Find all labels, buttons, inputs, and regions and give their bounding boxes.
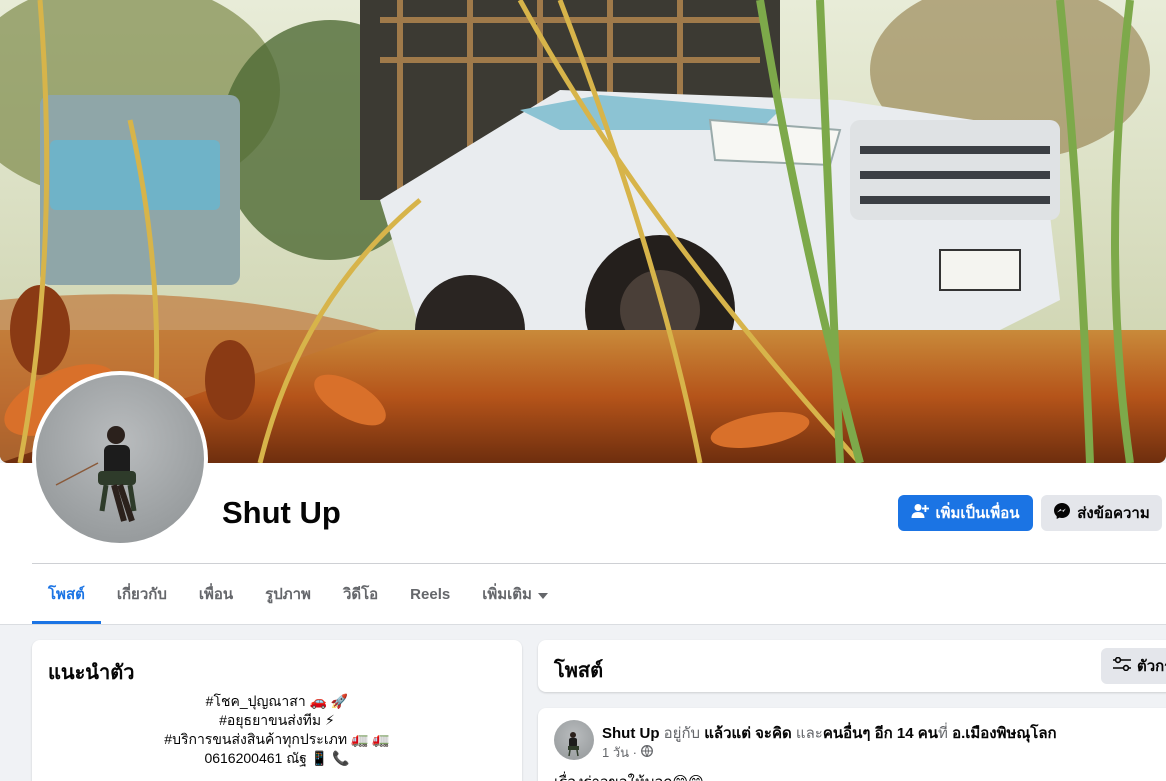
post-meta: 1 วัน · (602, 742, 653, 763)
profile-avatar[interactable] (32, 371, 208, 547)
intro-title: แนะนำตัว (48, 662, 135, 684)
bio-line: #บริการขนส่งสินค้าทุกประเภท 🚛 🚛 (164, 731, 390, 747)
with-text: อยู่กับ (663, 725, 701, 742)
location-link[interactable]: อ.เมืองพิษณุโลก (952, 725, 1057, 742)
avatar-photo (36, 375, 204, 543)
tab-friends[interactable]: เพื่อน (183, 564, 249, 624)
add-friend-label: เพิ่มเป็นเพื่อน (935, 505, 1020, 522)
posts-title: โพสต์ (554, 660, 604, 682)
post-card: Shut Up อยู่กับ แล้วแต่ จะคิด และคนอื่นๆ… (538, 708, 1166, 781)
others-link[interactable]: คนอื่นๆ อีก 14 คน (823, 725, 938, 742)
message-label: ส่งข้อความ (1077, 505, 1150, 522)
tab-posts[interactable]: โพสต์ (32, 564, 101, 624)
tab-label: รูปภาพ (265, 586, 311, 603)
tab-videos[interactable]: วิดีโอ (327, 564, 394, 624)
message-button[interactable]: ส่งข้อความ (1041, 495, 1162, 531)
tab-label: เพิ่มเติม (482, 586, 532, 603)
profile-tabs: โพสต์ เกี่ยวกับ เพื่อน รูปภาพ วิดีโอ Ree… (32, 564, 564, 624)
bio-line: 0616200461 ณัฐ 📱 📞 (204, 750, 350, 766)
post-author-link[interactable]: Shut Up (602, 725, 660, 742)
post-time-link[interactable]: 1 วัน · (602, 742, 637, 763)
globe-icon (641, 745, 653, 760)
tab-label: วิดีโอ (342, 586, 379, 603)
intro-card: แนะนำตัว #โชค_ปุญณาสา 🚗 🚀 #อยุธยาขนส่งที… (32, 640, 522, 781)
bio-line: #อยุธยาขนส่งทีม ⚡ (219, 712, 335, 728)
filter-label: ตัวกรอง (1137, 658, 1166, 675)
bio-line: #โชค_ปุญณาสา 🚗 🚀 (205, 693, 349, 709)
tab-about[interactable]: เกี่ยวกับ (101, 564, 183, 624)
add-friend-button[interactable]: เพิ่มเป็นเพื่อน (898, 495, 1033, 531)
at-text: ที่ (938, 725, 948, 742)
avatar-illustration (55, 426, 137, 522)
tab-label: เกี่ยวกับ (116, 586, 167, 603)
posts-header-card: โพสต์ ตัวกรอง (538, 640, 1166, 692)
intro-bio: #โชค_ปุญณาสา 🚗 🚀 #อยุธยาขนส่งทีม ⚡ #บริก… (32, 692, 522, 768)
tagged-person-link[interactable]: แล้วแต่ จะคิด (704, 725, 791, 742)
profile-name: Shut Up (222, 495, 341, 530)
caret-down-icon (537, 586, 548, 603)
tab-photos[interactable]: รูปภาพ (249, 564, 327, 624)
tab-label: Reels (410, 585, 451, 603)
messenger-icon (1053, 502, 1071, 524)
filter-button[interactable]: ตัวกรอง (1101, 648, 1166, 684)
post-header: Shut Up อยู่กับ แล้วแต่ จะคิด และคนอื่นๆ… (602, 721, 1057, 745)
post-author-avatar[interactable] (554, 720, 594, 760)
and-text: และ (795, 725, 823, 742)
tab-more[interactable]: เพิ่มเติม (466, 564, 564, 624)
filter-icon (1113, 656, 1131, 675)
tab-label: เพื่อน (198, 586, 234, 603)
post-text: เรื่องร่าวขอให้บอก😁😁 (554, 770, 704, 781)
add-friend-icon (911, 503, 930, 523)
tab-reels[interactable]: Reels (394, 564, 466, 624)
post-avatar-illustration (568, 732, 579, 757)
tab-label: โพสต์ (48, 586, 85, 603)
